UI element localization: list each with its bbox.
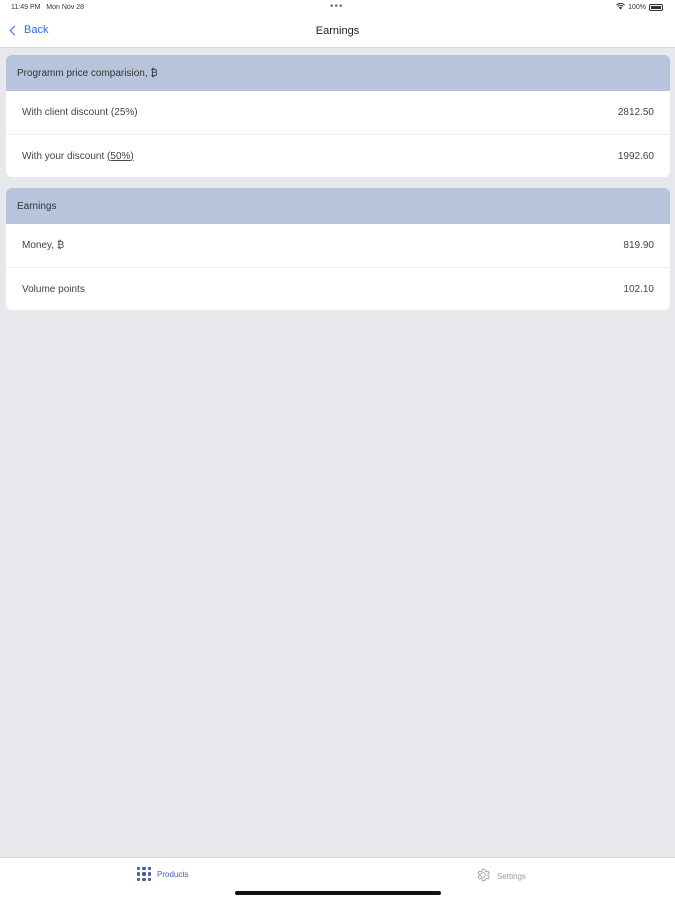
money-value: 819.90 <box>623 240 654 251</box>
your-discount-row: With your discount (50%) 1992.60 <box>6 134 670 177</box>
gear-icon <box>475 867 491 885</box>
home-indicator[interactable] <box>235 891 441 895</box>
earnings-card: Earnings Money, ₿ 819.90 Volume points 1… <box>6 188 670 310</box>
navigation-bar: Back Earnings <box>0 16 675 48</box>
status-date-text: Mon Nov 28 <box>46 4 85 11</box>
client-discount-label: With client discount (25%) <box>22 107 138 118</box>
money-row: Money, ₿ 819.90 <box>6 224 670 267</box>
volume-points-row: Volume points 102.10 <box>6 267 670 310</box>
earnings-header: Earnings <box>6 188 670 224</box>
wifi-icon <box>616 2 626 12</box>
status-time-text: 11:49 PM <box>11 4 41 11</box>
client-discount-row: With client discount (25%) 2812.50 <box>6 91 670 134</box>
client-discount-value: 2812.50 <box>617 107 654 118</box>
status-bar: 11:49 PM Mon Nov 28 ••• 100% <box>0 0 675 16</box>
tab-settings[interactable]: Settings <box>475 867 526 885</box>
battery-icon <box>649 4 663 11</box>
price-comparison-card: Programm price comparision, ₿ With clien… <box>6 55 670 177</box>
your-discount-percent-link[interactable]: (50%) <box>107 151 134 162</box>
page-title: Earnings <box>315 25 360 37</box>
your-discount-label-text: With your discount <box>22 150 108 162</box>
tab-products[interactable]: Products <box>137 867 189 881</box>
volume-points-label: Volume points <box>22 283 85 295</box>
money-label: Money, ₿ <box>22 240 65 251</box>
price-comparison-header: Programm price comparision, ₿ <box>6 55 670 91</box>
volume-points-value: 102.10 <box>623 283 654 295</box>
tab-products-label: Products <box>157 869 189 879</box>
tab-settings-label: Settings <box>497 871 526 881</box>
status-time: 11:49 PM Mon Nov 28 <box>11 4 84 11</box>
your-discount-value: 1992.60 <box>617 150 654 162</box>
multitasking-dots[interactable]: ••• <box>330 1 344 12</box>
your-discount-label: With your discount (50%) <box>22 151 134 162</box>
grid-icon <box>137 867 151 881</box>
status-indicators: 100% <box>616 2 663 12</box>
battery-percent: 100% <box>628 4 646 11</box>
